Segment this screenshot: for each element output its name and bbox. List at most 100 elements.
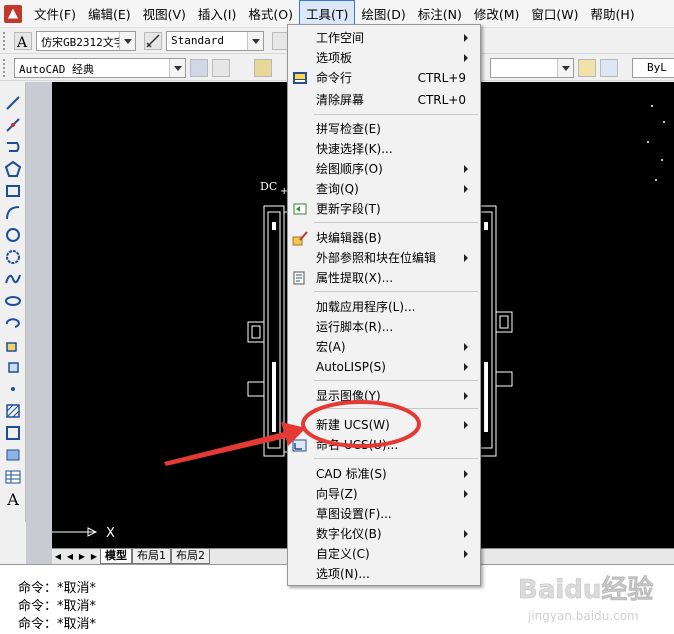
menu-item-workspaces[interactable]: 工作空间 [288, 28, 480, 48]
polyline-icon[interactable] [4, 138, 22, 156]
tab-layout1[interactable]: 布局1 [132, 549, 171, 564]
menu-window[interactable]: 窗口(W) [525, 1, 584, 26]
dim-style-select[interactable]: Standard [166, 31, 264, 51]
menu-item-block-editor[interactable]: 块编辑器(B) [288, 228, 480, 248]
submenu-arrow-icon [464, 165, 468, 173]
menu-file[interactable]: 文件(F) [28, 1, 82, 26]
menu-item-cad-standards[interactable]: CAD 标准(S) [288, 464, 480, 484]
svg-text:A: A [16, 35, 28, 49]
menu-item-attribute-extract[interactable]: 属性提取(X)... [288, 268, 480, 288]
watermark-brand: Baidu经验 [518, 574, 653, 605]
hatch-icon[interactable] [4, 402, 22, 420]
spline-icon[interactable] [4, 270, 22, 288]
arc-icon[interactable] [4, 204, 22, 222]
menu-insert[interactable]: 插入(I) [192, 1, 242, 26]
toolbar-grip[interactable] [3, 32, 7, 50]
toolbar-grip[interactable] [3, 59, 7, 77]
tab-prev-icon[interactable]: ◀ [64, 550, 76, 564]
revision-cloud-icon[interactable] [4, 248, 22, 266]
menu-item-command-line[interactable]: 命令行 CTRL+9 [288, 68, 480, 88]
submenu-arrow-icon [464, 470, 468, 478]
menu-item-palettes[interactable]: 选项板 [288, 48, 480, 68]
menu-draw[interactable]: 绘图(D) [355, 1, 411, 26]
submenu-arrow-icon [464, 421, 468, 429]
command-history-line: 命令：*取消* [18, 581, 97, 596]
make-block-icon[interactable] [4, 358, 22, 376]
menu-item-quick-select[interactable]: 快速选择(K)... [288, 139, 480, 159]
region-icon[interactable] [4, 446, 22, 464]
watermark-url: jingyan.baidu.com [527, 609, 639, 623]
chevron-down-icon [247, 32, 263, 50]
tab-next-icon[interactable]: ▶ [76, 550, 88, 564]
menu-format[interactable]: 格式(O) [242, 1, 299, 26]
menu-edit[interactable]: 编辑(E) [82, 1, 137, 26]
make-current-layer-icon[interactable] [578, 59, 596, 77]
tab-last-icon[interactable]: ▶ [88, 550, 100, 564]
layer-previous-icon[interactable] [600, 59, 618, 77]
color-select[interactable]: ByL [632, 58, 674, 78]
ellipse-arc-icon[interactable] [4, 314, 22, 332]
menu-item-customize[interactable]: 自定义(C) [288, 544, 480, 564]
multiline-text-icon[interactable]: A [4, 490, 22, 509]
chevron-down-icon [119, 32, 135, 50]
submenu-arrow-icon [464, 550, 468, 558]
autocad-app-icon[interactable] [4, 4, 22, 23]
menu-item-update-fields[interactable]: 更新字段(T) [288, 199, 480, 219]
menu-item-tablet[interactable]: 数字化仪(B) [288, 524, 480, 544]
submenu-arrow-icon [464, 343, 468, 351]
gradient-icon[interactable] [4, 424, 22, 442]
attribute-extract-icon [292, 270, 308, 286]
menu-separator [314, 408, 478, 409]
command-history-line: 命令：*取消* [18, 599, 97, 614]
circle-icon[interactable] [4, 226, 22, 244]
dc-label: DC [260, 180, 277, 193]
layer-manager-icon[interactable] [254, 59, 272, 77]
menu-item-named-ucs[interactable]: 命名 UCS(U)... [288, 435, 480, 455]
menu-item-autolisp[interactable]: AutoLISP(S) [288, 357, 480, 377]
menu-item-load-application[interactable]: 加载应用程序(L)... [288, 297, 480, 317]
text-style-icon[interactable]: A [14, 32, 32, 51]
line-icon[interactable] [4, 94, 22, 112]
menu-item-macro[interactable]: 宏(A) [288, 337, 480, 357]
menu-item-options[interactable]: 选项(N)... [288, 564, 480, 584]
tab-model[interactable]: 模型 [100, 549, 132, 564]
menu-help[interactable]: 帮助(H) [585, 1, 641, 26]
menu-item-run-script[interactable]: 运行脚本(R)... [288, 317, 480, 337]
menu-tools[interactable]: 工具(T) [298, 0, 356, 27]
menu-item-new-ucs[interactable]: 新建 UCS(W) [288, 415, 480, 435]
menu-item-display-image[interactable]: 显示图像(Y) [288, 386, 480, 406]
tools-menu-dropdown: 工作空间 选项板 命令行 CTRL+9 清除屏幕 CTRL+0 拼写检查(E) 快速… [287, 24, 481, 586]
workspace-save-icon[interactable] [212, 59, 230, 77]
tab-layout2[interactable]: 布局2 [171, 549, 210, 564]
chevron-down-icon [169, 59, 185, 77]
construction-line-icon[interactable] [4, 116, 22, 134]
dim-style-icon[interactable] [144, 32, 162, 50]
menu-item-spelling[interactable]: 拼写检查(E) [288, 119, 480, 139]
menu-item-clean-screen[interactable]: 清除屏幕 CTRL+0 [288, 90, 480, 110]
submenu-arrow-icon [464, 392, 468, 400]
menu-separator [314, 458, 478, 459]
menu-item-draw-order[interactable]: 绘图顺序(O) [288, 159, 480, 179]
rectangle-icon[interactable] [4, 182, 22, 200]
menu-item-drafting-settings[interactable]: 草图设置(F)... [288, 504, 480, 524]
menu-item-wizards[interactable]: 向导(Z) [288, 484, 480, 504]
ellipse-icon[interactable] [4, 292, 22, 310]
tab-first-icon[interactable]: ◀ [52, 550, 64, 564]
layer-select[interactable] [490, 58, 574, 78]
workspace-value: AutoCAD 经典 [19, 63, 94, 76]
polygon-icon[interactable] [4, 160, 22, 178]
workspace-select[interactable]: AutoCAD 经典 [14, 58, 186, 78]
menu-item-xref-in-place-edit[interactable]: 外部参照和块在位编辑 [288, 248, 480, 268]
menu-separator [314, 380, 478, 381]
insert-block-icon[interactable] [4, 336, 22, 354]
draw-toolbar: A [0, 82, 26, 522]
text-style-select[interactable]: 仿宋GB2312文字 [36, 31, 136, 51]
menu-dimension[interactable]: 标注(N) [412, 1, 468, 26]
menu-view[interactable]: 视图(V) [137, 1, 192, 26]
table-icon[interactable] [4, 468, 22, 486]
menu-item-inquiry[interactable]: 查询(Q) [288, 179, 480, 199]
workspace-settings-icon[interactable] [190, 59, 208, 77]
menu-modify[interactable]: 修改(M) [468, 1, 526, 26]
block-editor-icon [292, 230, 308, 246]
point-icon[interactable] [4, 380, 22, 398]
